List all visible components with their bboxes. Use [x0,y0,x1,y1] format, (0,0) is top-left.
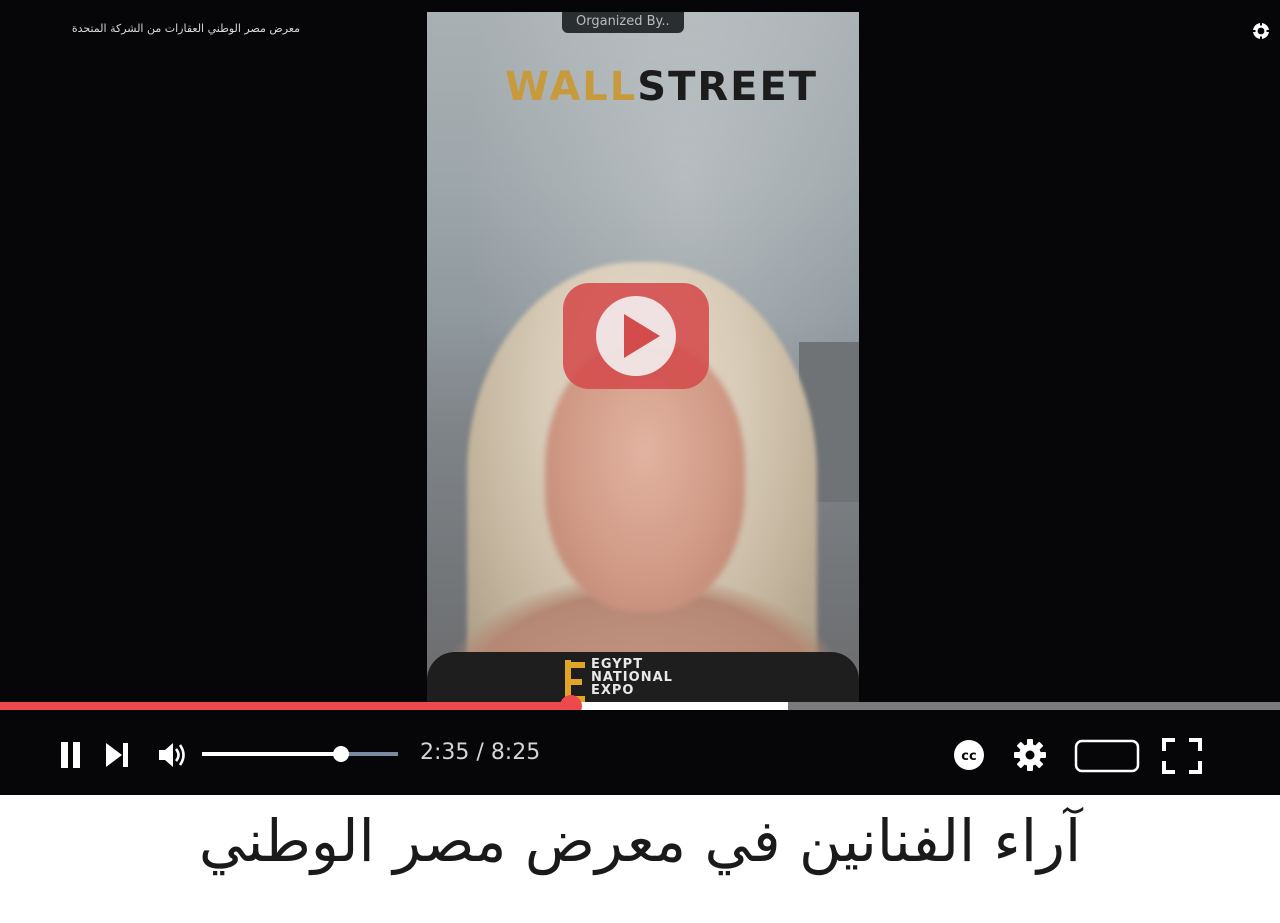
settings-icon[interactable] [1012,737,1048,773]
video-player[interactable]: Organized By.. WALLSTREET EGYPT NATIONAL… [0,0,1280,795]
theater-mode-icon[interactable] [1074,739,1140,773]
play-icon[interactable] [563,283,709,389]
next-icon[interactable] [104,740,130,770]
captions-icon[interactable]: cc [952,738,986,772]
svg-text:cc: cc [961,749,976,764]
wallstreet-logo: WALLSTREET [505,64,818,110]
time-display: 2:35 / 8:25 [420,740,540,765]
logo-wall-text: WALL [505,64,638,110]
progress-bar[interactable] [0,695,1280,717]
time-current: 2:35 [420,740,470,765]
organized-by-badge: Organized By.. [562,12,684,33]
fullscreen-icon[interactable] [1162,738,1202,774]
expo-text: EGYPT NATIONAL EXPO [591,658,673,697]
volume-knob[interactable] [333,746,350,762]
volume-level [202,752,342,756]
pause-icon[interactable] [60,740,82,770]
time-duration: 8:25 [490,740,541,765]
progress-played [0,702,571,710]
control-bar: 2:35 / 8:25 cc [0,710,1280,795]
logo-street-text: STREET [637,64,819,110]
video-caption: آراء الفنانين في معرض مصر الوطني [198,807,1082,875]
volume-slider[interactable] [202,746,398,762]
time-separator: / [469,740,491,765]
expo-banner: EGYPT NATIONAL EXPO [427,652,859,702]
info-icon[interactable] [1252,22,1270,40]
volume-icon[interactable] [156,739,188,771]
video-title[interactable]: معرض مصر الوطني العقارات من الشركة المتح… [72,22,300,35]
expo-line-3: EXPO [591,683,635,698]
